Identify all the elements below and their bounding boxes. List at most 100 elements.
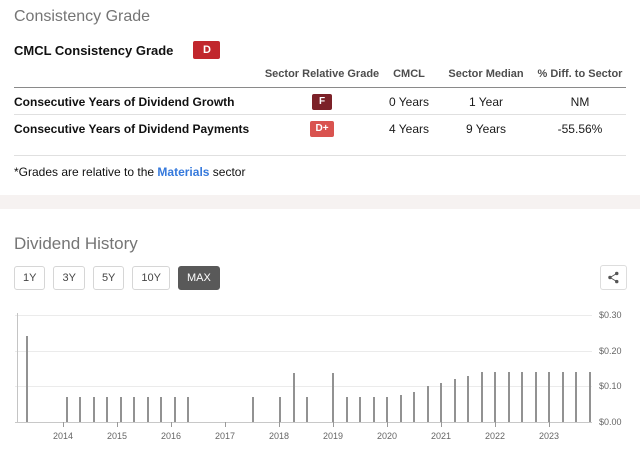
materials-sector-link[interactable]: Materials — [157, 165, 209, 179]
x-axis-label: 2017 — [214, 431, 236, 441]
diff-value: NM — [534, 87, 626, 115]
x-axis-label: 2023 — [538, 431, 560, 441]
section-divider — [0, 195, 640, 209]
chart-bar — [372, 397, 375, 422]
chart-bar — [187, 397, 190, 422]
x-axis-label: 2014 — [52, 431, 74, 441]
chart-bar — [359, 397, 361, 422]
footnote-prefix: *Grades are relative to the — [14, 165, 158, 179]
table-row: Consecutive Years of Dividend Payments D… — [14, 114, 626, 156]
chart-bar — [440, 382, 442, 422]
chart-bar — [453, 379, 456, 422]
cmcl-consistency-label: CMCL Consistency Grade — [14, 42, 174, 58]
footnote-suffix: sector — [209, 165, 246, 179]
x-axis-tick — [171, 422, 172, 427]
chart-gridline — [15, 350, 592, 352]
x-axis-label: 2021 — [430, 431, 452, 441]
x-axis-label: 2016 — [160, 431, 182, 441]
x-axis-tick — [549, 422, 550, 427]
y-axis-label: $0.10 — [599, 381, 622, 392]
header-cmcl: CMCL — [380, 68, 438, 88]
chart-bar — [92, 397, 95, 422]
grade-badge-d-plus: D+ — [310, 121, 334, 137]
dividend-history-title: Dividend History — [14, 234, 138, 253]
chart-gridline — [15, 422, 592, 423]
grade-badge-f: F — [312, 94, 332, 110]
chart-bar — [160, 397, 163, 422]
x-axis-tick — [441, 422, 442, 427]
x-axis-tick — [495, 422, 496, 427]
chart-bar — [588, 372, 591, 422]
chart-bar — [79, 397, 82, 422]
grade-cell: D+ — [264, 114, 380, 156]
x-axis-label: 2018 — [268, 431, 290, 441]
chart-bar — [65, 397, 68, 422]
header-empty — [14, 68, 264, 88]
chart-gridline — [15, 314, 592, 316]
chart-bar — [521, 372, 523, 422]
table-header-row: Sector Relative Grade CMCL Sector Median… — [14, 68, 626, 88]
timeframe-button-10y[interactable]: 10Y — [132, 266, 170, 290]
chart-bar — [119, 397, 122, 422]
chart-bar — [507, 372, 510, 422]
x-axis-tick — [279, 422, 280, 427]
sector-median-value: 9 Years — [438, 114, 534, 156]
x-axis-label: 2019 — [322, 431, 344, 441]
overall-grade-badge: D — [193, 41, 221, 59]
timeframe-buttons: 1Y 3Y 5Y 10Y MAX — [14, 266, 220, 290]
x-axis-tick — [387, 422, 388, 427]
chart-bar — [575, 372, 577, 422]
y-axis-label: $0.30 — [599, 309, 622, 320]
table-row: Consecutive Years of Dividend Growth F 0… — [14, 87, 626, 115]
consistency-grades-table: Sector Relative Grade CMCL Sector Median… — [14, 68, 626, 156]
y-axis-label: $0.00 — [599, 417, 622, 427]
row-label: Consecutive Years of Dividend Growth — [14, 87, 264, 115]
chart-bar — [345, 397, 348, 422]
timeframe-button-max[interactable]: MAX — [177, 266, 220, 290]
chart-bar — [306, 397, 309, 422]
sector-median-value: 1 Year — [438, 87, 534, 115]
chart-bar — [25, 336, 28, 422]
timeframe-button-5y[interactable]: 5Y — [92, 266, 125, 290]
x-axis-label: 2015 — [106, 431, 128, 441]
chart-bar — [480, 372, 483, 422]
page: Consistency Grade CMCL Consistency Grade… — [0, 0, 640, 467]
grades-footnote: *Grades are relative to the Materials se… — [14, 165, 245, 179]
chart-bar — [413, 391, 415, 422]
timeframe-button-3y[interactable]: 3Y — [53, 266, 85, 290]
x-axis-tick — [117, 422, 118, 427]
diff-value: -55.56% — [534, 114, 626, 156]
chart-bar — [467, 375, 469, 422]
cmcl-consistency-row: CMCL Consistency Grade D — [14, 41, 221, 59]
chart-bar — [399, 395, 402, 422]
chart-bar — [106, 397, 109, 422]
dividend-chart: $0.00 $0.10 $0.20 $0.30 2014 2015 2016 2017 2018… — [0, 305, 640, 455]
chart-bar — [534, 372, 537, 422]
cmcl-value: 4 Years — [380, 114, 438, 156]
header-sector-median: Sector Median — [438, 68, 534, 88]
row-label: Consecutive Years of Dividend Payments — [14, 114, 264, 156]
share-button[interactable] — [600, 265, 627, 290]
x-axis-label: 2020 — [376, 431, 398, 441]
chart-bar — [494, 372, 496, 422]
chart-bar — [173, 397, 176, 422]
chart-gridline — [15, 386, 592, 388]
timeframe-button-1y[interactable]: 1Y — [14, 266, 46, 290]
share-icon — [607, 271, 620, 284]
chart-bar — [293, 372, 296, 422]
x-axis-label: 2022 — [484, 431, 506, 441]
x-axis-tick — [225, 422, 226, 427]
header-sector-relative-grade: Sector Relative Grade — [264, 68, 380, 88]
chart-bar — [426, 386, 429, 422]
cmcl-value: 0 Years — [380, 87, 438, 115]
grade-cell: F — [264, 87, 380, 115]
chart-bar — [386, 397, 388, 422]
chart-bar — [548, 372, 550, 422]
consistency-grade-title: Consistency Grade — [14, 8, 151, 25]
header-diff-to-sector: % Diff. to Sector — [534, 68, 626, 88]
chart-bar — [279, 397, 282, 422]
chart-bar — [332, 372, 334, 422]
y-axis-label: $0.20 — [599, 345, 622, 356]
x-axis-tick — [333, 422, 334, 427]
chart-bar — [133, 397, 136, 422]
